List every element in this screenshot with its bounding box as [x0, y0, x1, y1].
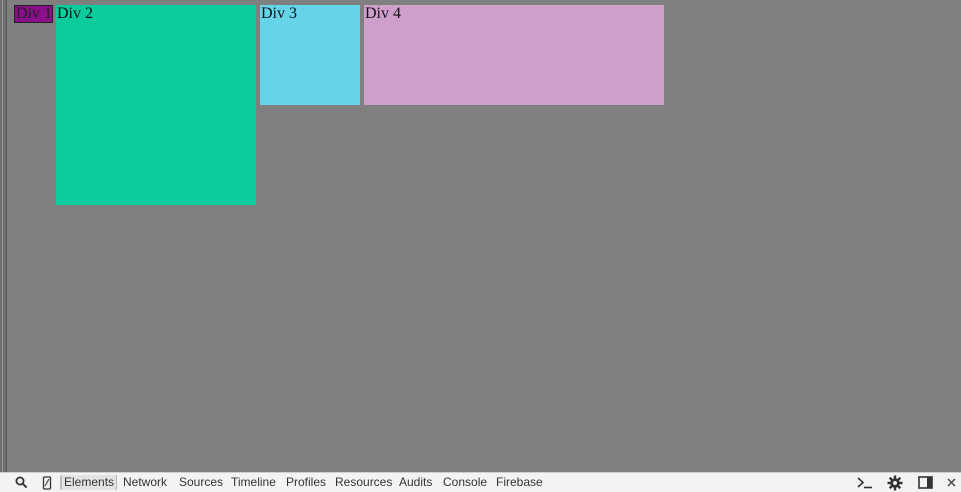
div-3-label: Div 3 — [261, 5, 297, 22]
tab-timeline[interactable]: Timeline — [229, 475, 278, 490]
dock-side-icon[interactable] — [916, 473, 934, 492]
tab-audits[interactable]: Audits — [397, 475, 434, 490]
tab-resources[interactable]: Resources — [333, 475, 394, 490]
gear-icon[interactable] — [886, 473, 904, 492]
div-1-box: Div 1 — [14, 5, 53, 23]
div-4-box: Div 4 — [364, 5, 664, 105]
tab-console[interactable]: Console — [441, 475, 489, 490]
tab-network[interactable]: Network — [121, 475, 169, 490]
div-1-label: Div 1 — [16, 5, 52, 22]
tab-sources[interactable]: Sources — [177, 475, 225, 490]
devtools-toolbar: Elements Network Sources Timeline Profil… — [0, 472, 961, 492]
window-left-edge — [0, 0, 7, 472]
tab-elements[interactable]: Elements — [61, 475, 118, 490]
console-drawer-icon[interactable] — [856, 473, 874, 492]
close-icon[interactable] — [942, 473, 960, 492]
tab-profiles[interactable]: Profiles — [284, 475, 328, 490]
div-2-label: Div 2 — [57, 5, 93, 22]
div-2-box: Div 2 — [56, 5, 256, 205]
div-3-box: Div 3 — [260, 5, 360, 105]
div-4-label: Div 4 — [365, 5, 401, 22]
search-icon[interactable] — [12, 473, 30, 492]
device-mode-icon[interactable] — [38, 473, 56, 492]
tab-firebase[interactable]: Firebase — [494, 475, 545, 490]
page-viewport: Div 1 Div 2 Div 3 Div 4 — [7, 0, 961, 472]
